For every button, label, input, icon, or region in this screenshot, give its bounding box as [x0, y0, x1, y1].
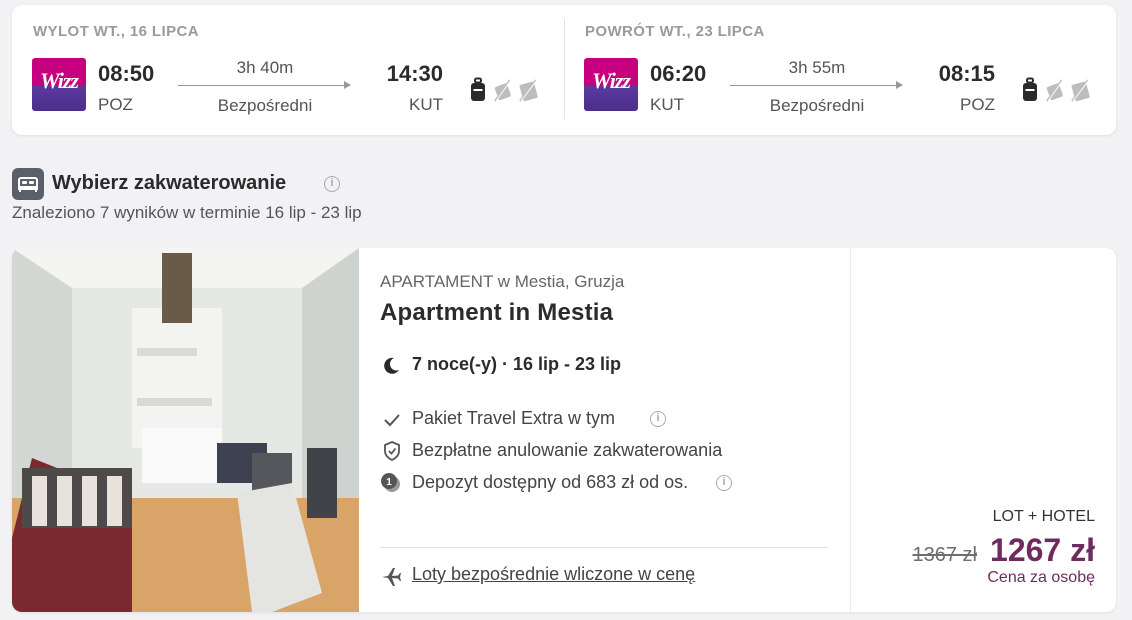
bed-icon [12, 168, 44, 200]
info-icon[interactable]: i [650, 411, 666, 427]
feature-text: Depozyt dostępny od 683 zł od os. [412, 472, 689, 492]
outbound-label: WYLOT WT., 16 LIPCA [33, 23, 199, 40]
flight-duration: 3h 40m [236, 58, 294, 77]
moon-icon [384, 357, 399, 374]
hotel-photo[interactable] [12, 248, 359, 612]
nights-text: 7 noce(-y) · 16 lip - 23 lip [412, 354, 622, 374]
price-per-person-note: Cena za osobę [987, 569, 1095, 586]
feature-text: Pakiet Travel Extra w tym [412, 408, 616, 428]
route-line [178, 85, 350, 86]
route-arrow-icon [344, 81, 351, 89]
outbound-leg: WYLOT WT., 16 LIPCA Wizz 08:50 POZ 3h 40… [12, 5, 564, 135]
plane-icon [382, 568, 401, 586]
departure-time: 08:50 [98, 61, 155, 86]
return-leg: POWRÓT WT., 23 LIPCA Wizz 06:20 KUT 3h 5… [564, 5, 1116, 135]
property-type: APARTAMENT w Mestia, Gruzja [380, 272, 625, 291]
arrival-time: 08:15 [938, 61, 995, 86]
route-line [730, 85, 902, 86]
departure-airport: KUT [650, 95, 684, 114]
cabin-bag-icon [471, 77, 485, 101]
wizz-air-logo: Wizz [584, 58, 638, 111]
stops-label: Bezpośredni [769, 96, 865, 115]
arrival-airport: KUT [409, 95, 443, 114]
arrival-time: 14:30 [386, 61, 443, 86]
check-icon [384, 414, 400, 427]
airline-logo-text: Wizz [40, 68, 79, 93]
no-trolley-icon [494, 79, 512, 102]
accommodation-header: Wybierz zakwaterowanie i [12, 168, 612, 202]
arrival-airport: POZ [960, 95, 995, 114]
departure-airport: POZ [98, 95, 133, 114]
airline-logo-text: Wizz [592, 68, 631, 93]
shield-check-icon [384, 441, 400, 462]
info-icon[interactable]: i [716, 475, 732, 491]
price-panel: LOT + HOTEL 1367 zł 1267 zł Cena za osob… [850, 248, 1116, 612]
wizz-air-logo: Wizz [32, 58, 86, 111]
accommodation-title: Wybierz zakwaterowanie [52, 172, 287, 194]
no-checked-bag-icon [1071, 79, 1090, 102]
old-price: 1367 zł [912, 544, 978, 566]
no-trolley-icon [1046, 79, 1064, 102]
flights-included-text[interactable]: Loty bezpośrednie wliczone w cenę [412, 564, 695, 585]
deposit-coin-icon: 1 [381, 473, 400, 492]
flight-summary-card: WYLOT WT., 16 LIPCA Wizz 08:50 POZ 3h 40… [12, 5, 1116, 135]
current-price[interactable]: 1267 zł [990, 532, 1095, 569]
hotel-name[interactable]: Apartment in Mestia [380, 299, 613, 327]
no-checked-bag-icon [519, 79, 538, 102]
route-arrow-icon [896, 81, 903, 89]
package-label: LOT + HOTEL [992, 508, 1095, 525]
results-summary: Znaleziono 7 wyników w terminie 16 lip -… [12, 203, 362, 222]
section-divider [380, 547, 828, 548]
hotel-card[interactable]: APARTAMENT w Mestia, Gruzja Apartment in… [12, 248, 1116, 612]
departure-time: 06:20 [650, 61, 707, 86]
info-icon[interactable]: i [324, 176, 340, 192]
svg-text:1: 1 [386, 477, 392, 488]
return-label: POWRÓT WT., 23 LIPCA [585, 23, 765, 40]
stops-label: Bezpośredni [217, 96, 313, 115]
feature-text: Bezpłatne anulowanie zakwaterowania [412, 440, 723, 460]
cabin-bag-icon [1023, 77, 1037, 101]
flight-duration: 3h 55m [788, 58, 846, 77]
